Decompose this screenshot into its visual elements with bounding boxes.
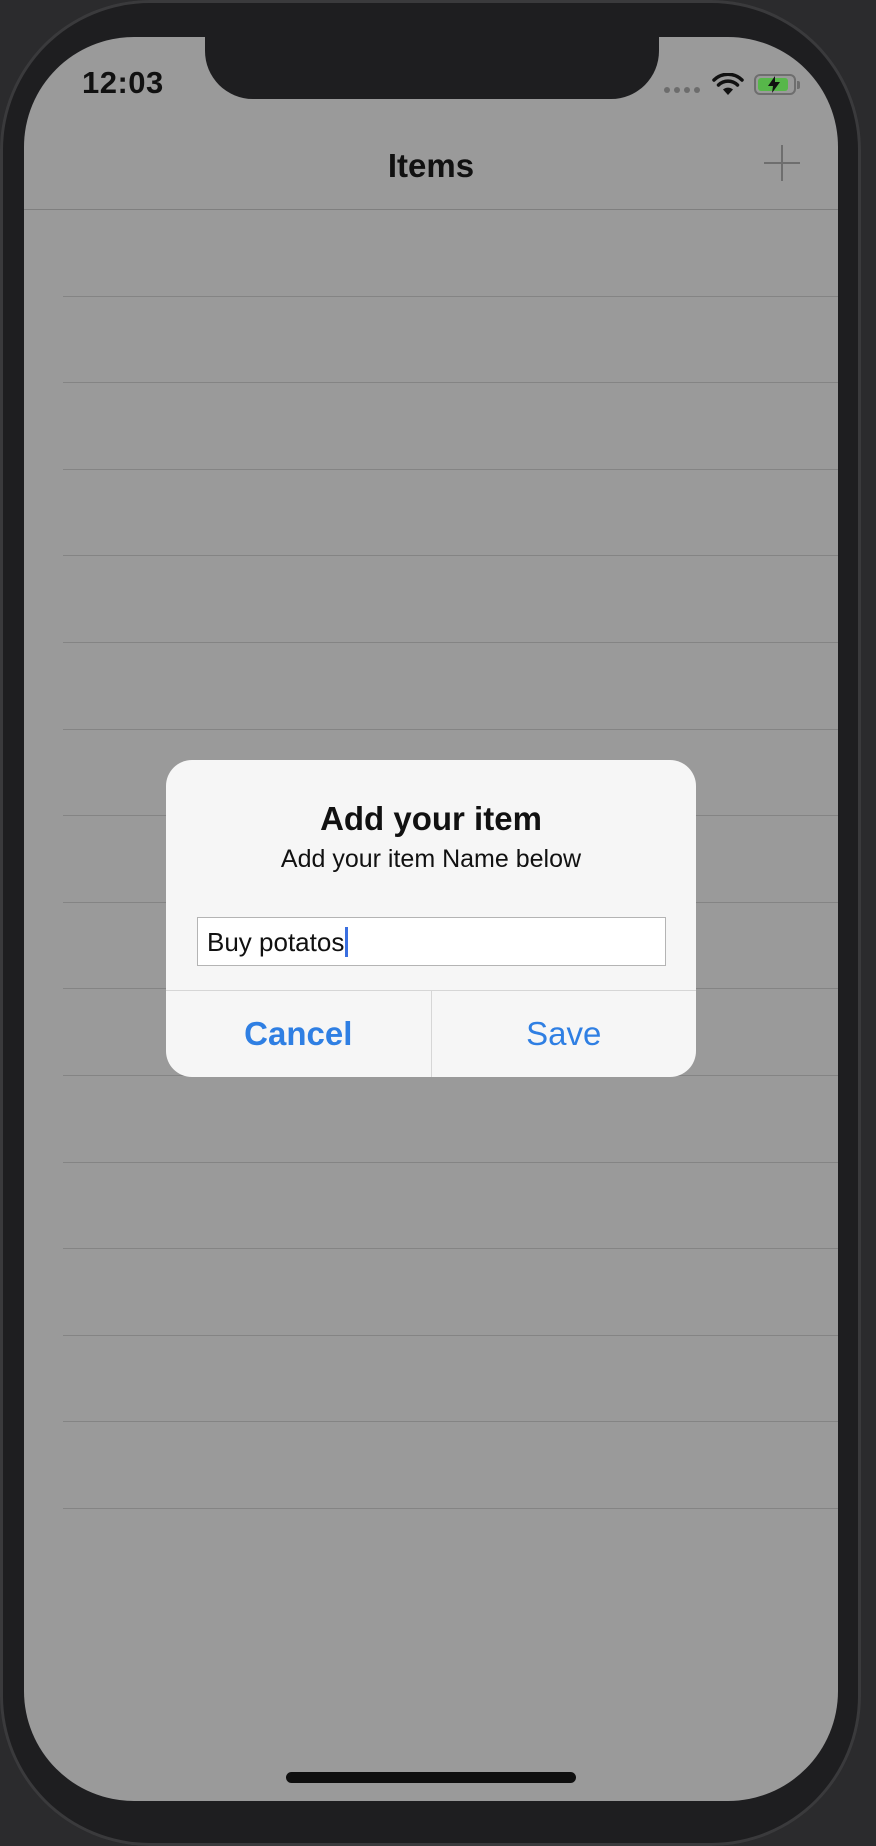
device-notch — [205, 37, 659, 99]
table-row[interactable] — [24, 1422, 838, 1509]
item-name-input-value: Buy potatos — [207, 926, 349, 958]
status-time: 12:03 — [82, 65, 164, 100]
table-row[interactable] — [24, 383, 838, 470]
wifi-icon — [712, 73, 744, 95]
item-name-text: Buy potatos — [207, 927, 345, 957]
cellular-signal-icon — [664, 87, 700, 93]
table-row[interactable] — [24, 210, 838, 297]
table-row[interactable] — [24, 556, 838, 643]
table-row[interactable] — [24, 1249, 838, 1336]
alert-message: Add your item Name below — [280, 845, 582, 873]
page-title: Items — [387, 147, 475, 184]
home-indicator[interactable] — [286, 1772, 576, 1783]
add-item-button[interactable] — [762, 143, 802, 183]
table-row[interactable] — [24, 1163, 838, 1250]
table-row[interactable] — [24, 643, 838, 730]
device-frame: 12:03 Items Add your item Add your item … — [0, 0, 861, 1846]
table-row[interactable] — [24, 1336, 838, 1423]
table-row[interactable] — [24, 470, 838, 557]
navigation-bar: Items — [24, 127, 838, 210]
table-row[interactable] — [24, 297, 838, 384]
status-icons — [664, 73, 804, 99]
battery-charging-icon — [754, 74, 800, 95]
add-item-alert: Add your item Add your item Name below B… — [166, 760, 696, 1077]
alert-actions: Cancel Save — [166, 990, 696, 1077]
charging-bolt-icon — [768, 76, 780, 93]
alert-title: Add your item — [320, 800, 542, 837]
save-button[interactable]: Save — [432, 991, 697, 1077]
app-screen: 12:03 Items Add your item Add your item … — [24, 37, 838, 1801]
text-caret — [345, 927, 349, 957]
cancel-button[interactable]: Cancel — [166, 991, 432, 1077]
table-row[interactable] — [24, 1076, 838, 1163]
